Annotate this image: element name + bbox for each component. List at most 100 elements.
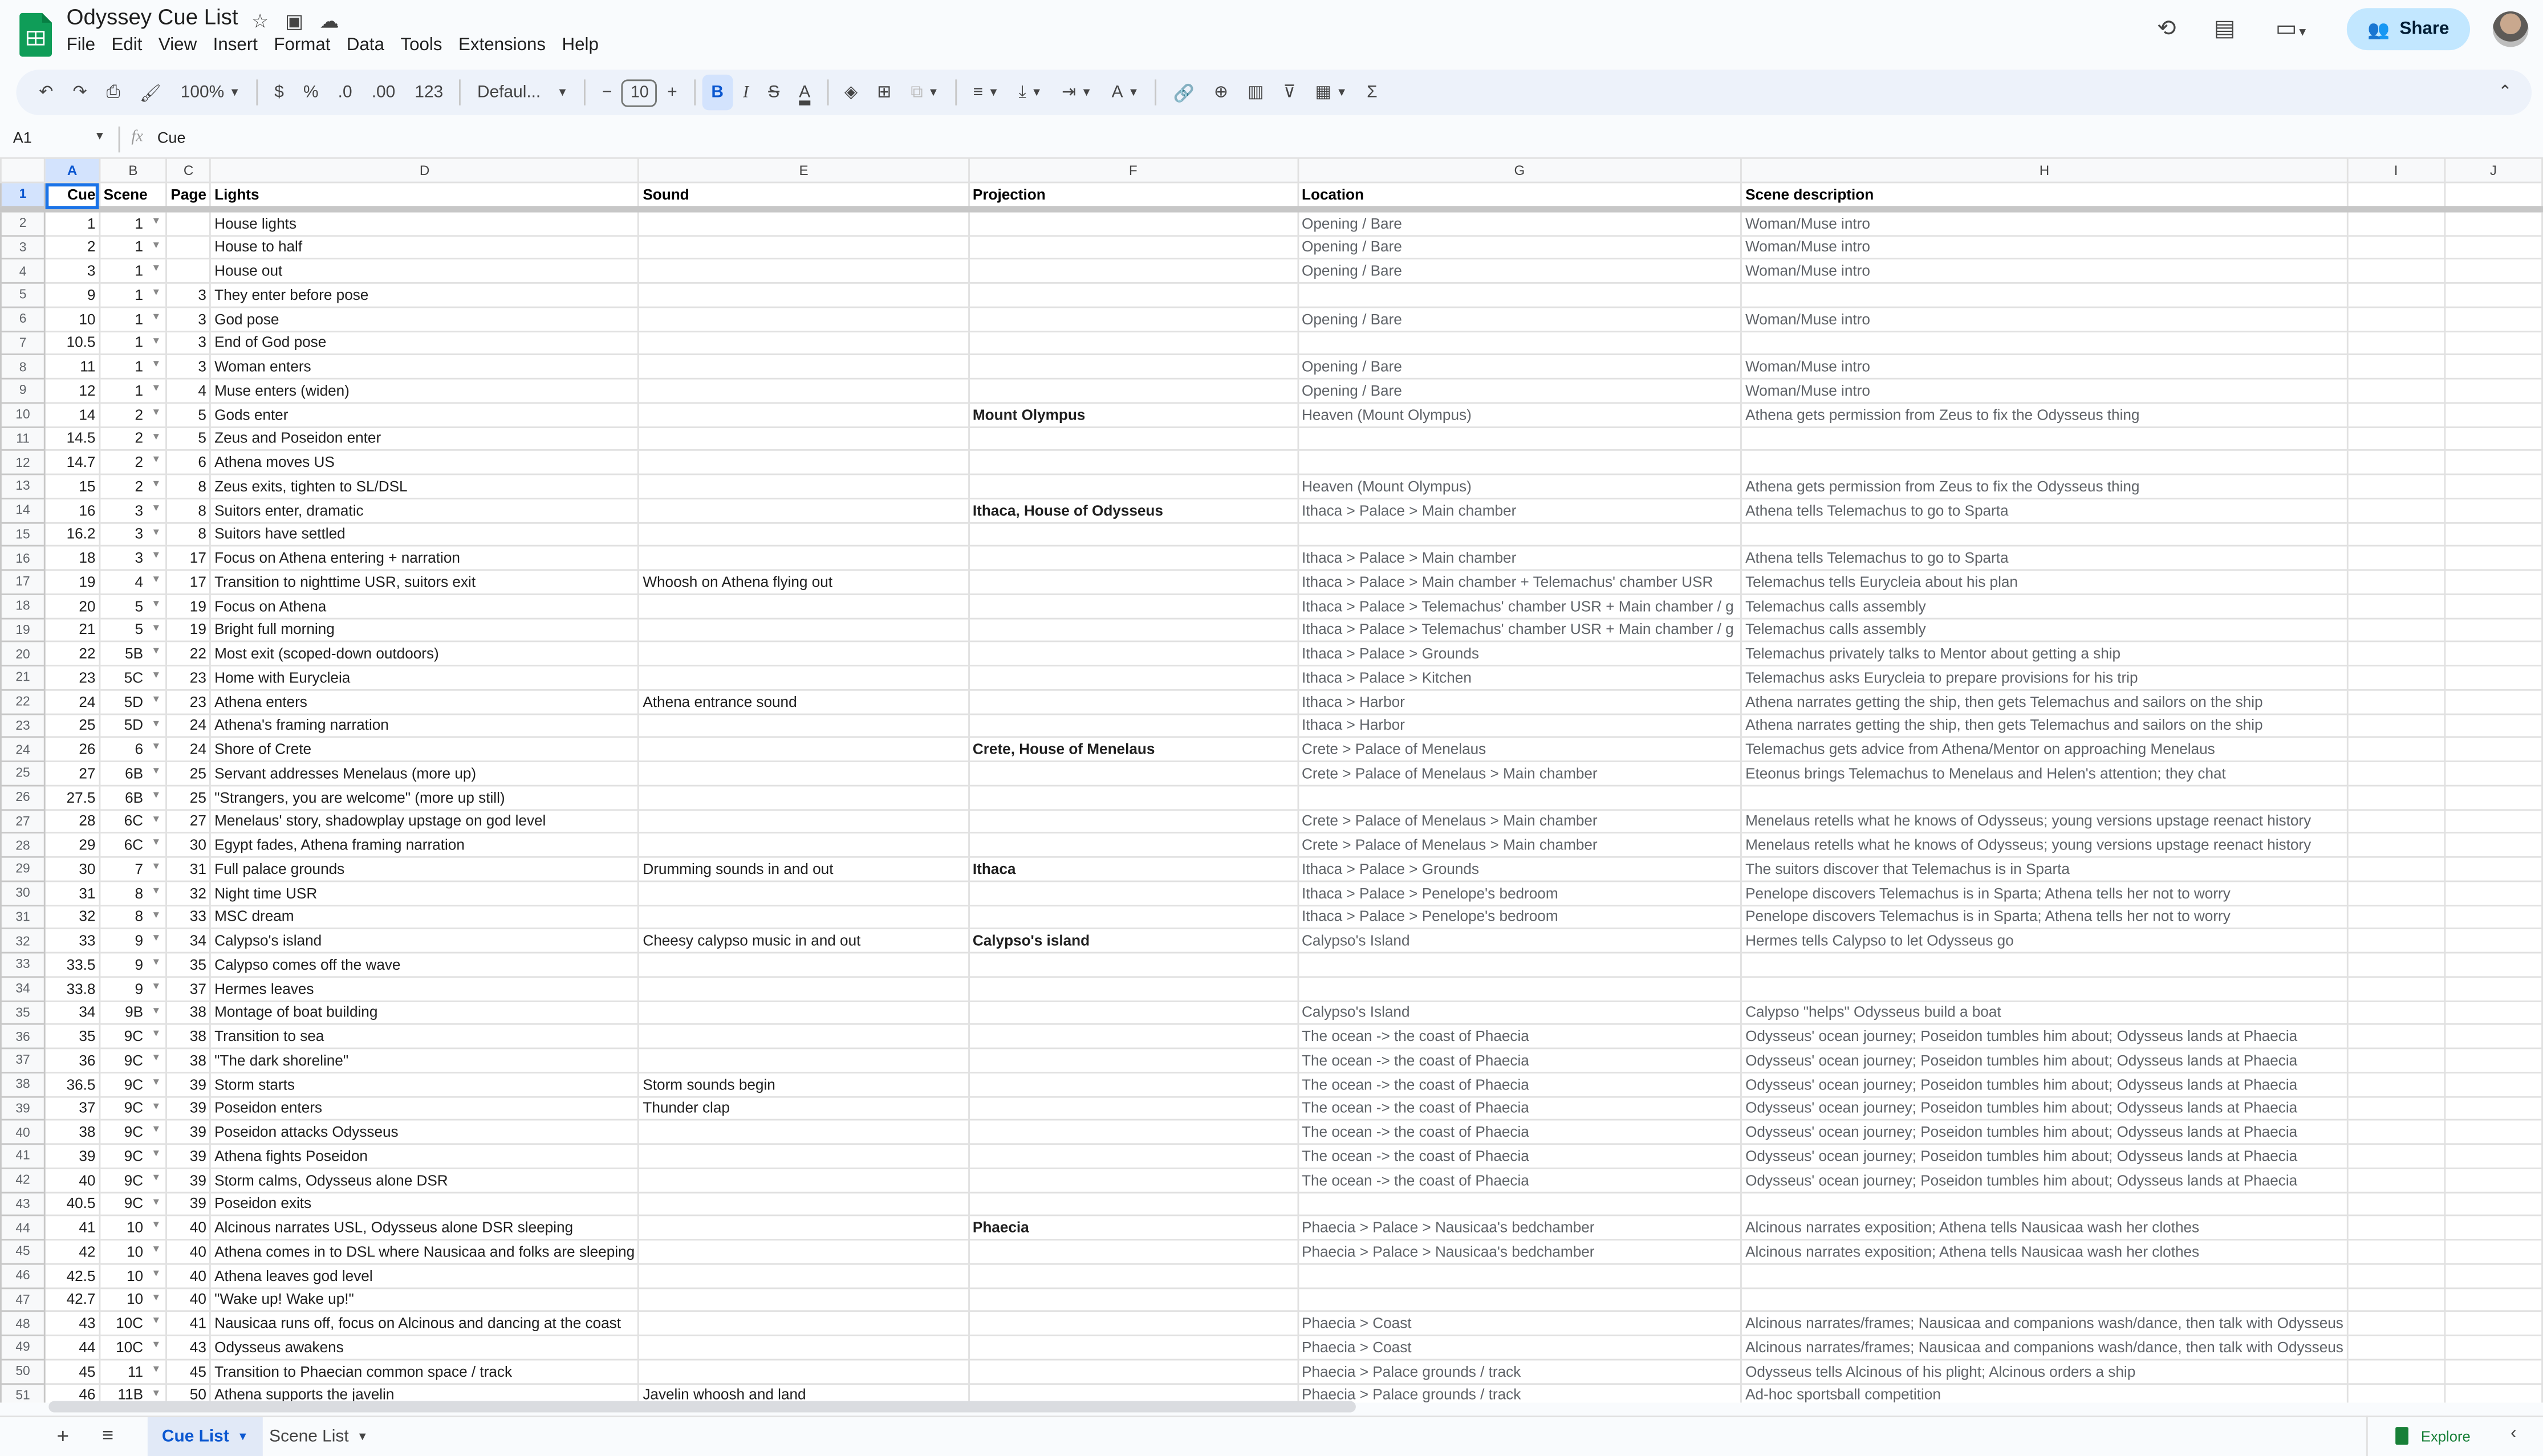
- row-header[interactable]: 48: [0, 1311, 46, 1336]
- cell-empty[interactable]: [2443, 1263, 2543, 1288]
- menu-insert[interactable]: Insert: [213, 36, 258, 55]
- row-header[interactable]: 2: [0, 208, 46, 236]
- column-header-d[interactable]: D: [209, 157, 640, 184]
- cell-scene-dropdown[interactable]: 9C: [99, 1143, 168, 1169]
- menu-file[interactable]: File: [67, 36, 95, 55]
- row-header[interactable]: 25: [0, 760, 46, 786]
- column-header-e[interactable]: E: [637, 157, 970, 184]
- cloud-saved-icon[interactable]: ☁: [320, 10, 339, 32]
- cell-page[interactable]: 39: [165, 1167, 212, 1193]
- cell-empty[interactable]: [2443, 1023, 2543, 1050]
- cell-empty[interactable]: [2346, 975, 2445, 1002]
- cell-location[interactable]: Opening / Bare: [1297, 234, 1742, 260]
- cell-empty[interactable]: [2346, 377, 2445, 404]
- cell-page[interactable]: 39: [165, 1143, 212, 1169]
- cell-description[interactable]: Woman/Muse intro: [1740, 258, 2349, 284]
- cell-sound[interactable]: [637, 449, 970, 475]
- cell-lights[interactable]: Storm starts: [209, 1071, 640, 1097]
- cell-description[interactable]: Odysseus' ocean journey; Poseidon tumble…: [1740, 1143, 2349, 1169]
- menu-edit[interactable]: Edit: [112, 36, 143, 55]
- cell-scene-dropdown[interactable]: 5C: [99, 665, 168, 690]
- cell-description[interactable]: [1740, 449, 2349, 475]
- cell-projection[interactable]: [968, 306, 1299, 332]
- cell-empty[interactable]: [2443, 593, 2543, 619]
- cell-scene-dropdown[interactable]: 9C: [99, 1047, 168, 1073]
- cell-description[interactable]: [1740, 425, 2349, 452]
- chevron-down-icon[interactable]: ▼: [94, 131, 105, 143]
- cell-page[interactable]: 23: [165, 665, 212, 690]
- cell-sound[interactable]: Cheesy calypso music in and out: [637, 928, 970, 954]
- cell-g1[interactable]: Location: [1297, 181, 1742, 210]
- cell-lights[interactable]: Gods enter: [209, 401, 640, 428]
- cell-projection[interactable]: [968, 880, 1299, 906]
- cell-empty[interactable]: [2443, 473, 2543, 499]
- row-header[interactable]: 38: [0, 1071, 46, 1097]
- cell-page[interactable]: 38: [165, 999, 212, 1026]
- cell-empty[interactable]: [2346, 1023, 2445, 1050]
- cell-location[interactable]: Ithaca > Palace > Main chamber: [1297, 497, 1742, 523]
- row-header[interactable]: 35: [0, 999, 46, 1026]
- cell-scene-dropdown[interactable]: 10C: [99, 1334, 168, 1360]
- cell-location[interactable]: Crete > Palace of Menelaus > Main chambe…: [1297, 832, 1742, 858]
- cell-projection[interactable]: [968, 330, 1299, 356]
- cell-sound[interactable]: [637, 880, 970, 906]
- cell-scene-dropdown[interactable]: 1: [99, 353, 168, 380]
- row-header[interactable]: 26: [0, 784, 46, 810]
- cell-cue[interactable]: 32: [44, 904, 100, 930]
- explore-button[interactable]: Explore: [2366, 1416, 2497, 1456]
- cell-description[interactable]: [1740, 1263, 2349, 1288]
- cell-location[interactable]: Crete > Palace of Menelaus: [1297, 737, 1742, 762]
- cell-cue[interactable]: 36: [44, 1047, 100, 1073]
- row-header[interactable]: 51: [0, 1382, 46, 1403]
- cell-lights[interactable]: Athena comes in to DSL where Nausicaa an…: [209, 1239, 640, 1264]
- cell-cue[interactable]: 16.2: [44, 521, 100, 547]
- cell-projection[interactable]: Phaecia: [968, 1215, 1299, 1241]
- cell-projection[interactable]: [968, 760, 1299, 786]
- cell-projection[interactable]: [968, 1239, 1299, 1264]
- cell-scene-dropdown[interactable]: 1: [99, 282, 168, 308]
- horizontal-scrollbar[interactable]: [48, 1401, 1356, 1413]
- cell-description[interactable]: Telemachus tells Eurycleia about his pla…: [1740, 569, 2349, 595]
- row-header[interactable]: 10: [0, 401, 46, 428]
- cell-projection[interactable]: [968, 784, 1299, 810]
- cell-page[interactable]: 6: [165, 449, 212, 475]
- cell-empty[interactable]: [2346, 306, 2445, 332]
- cell-projection[interactable]: [968, 473, 1299, 499]
- cell-page[interactable]: 8: [165, 521, 212, 547]
- all-sheets-icon[interactable]: ≡: [102, 1424, 113, 1446]
- font-select[interactable]: Defaul... ▼: [468, 75, 578, 111]
- cell-scene-dropdown[interactable]: 11: [99, 1358, 168, 1384]
- cell-description[interactable]: Alcinous narrates exposition; Athena tel…: [1740, 1215, 2349, 1241]
- cell-description[interactable]: Woman/Muse intro: [1740, 234, 2349, 260]
- row-header[interactable]: 5: [0, 282, 46, 308]
- cell-empty[interactable]: [2346, 545, 2445, 571]
- cell-description[interactable]: Odysseus' ocean journey; Poseidon tumble…: [1740, 1095, 2349, 1121]
- cell-location[interactable]: Ithaca > Harbor: [1297, 689, 1742, 714]
- cell-projection[interactable]: Ithaca, House of Odysseus: [968, 497, 1299, 523]
- cell-empty[interactable]: [2346, 1191, 2445, 1217]
- cell-location[interactable]: [1297, 425, 1742, 452]
- paint-format-icon[interactable]: 🖌: [130, 75, 171, 111]
- cell-empty[interactable]: [2346, 449, 2445, 475]
- cell-page[interactable]: 34: [165, 928, 212, 954]
- cell-cue[interactable]: 21: [44, 617, 100, 643]
- row-header[interactable]: 36: [0, 1023, 46, 1050]
- meet-icon[interactable]: ▭▼: [2276, 15, 2308, 42]
- cell-scene-dropdown[interactable]: 10: [99, 1287, 168, 1312]
- cell-cue[interactable]: 1: [44, 208, 100, 236]
- cell-page[interactable]: 4: [165, 377, 212, 404]
- cell-empty[interactable]: [2443, 928, 2543, 954]
- cell-cue[interactable]: 44: [44, 1334, 100, 1360]
- cell-location[interactable]: Phaecia > Coast: [1297, 1311, 1742, 1336]
- cell-cue[interactable]: 3: [44, 258, 100, 284]
- cell-projection[interactable]: [968, 808, 1299, 834]
- cell-cue[interactable]: 35: [44, 1023, 100, 1050]
- cell-location[interactable]: Ithaca > Palace > Penelope's bedroom: [1297, 880, 1742, 906]
- bold-icon[interactable]: B: [701, 74, 734, 111]
- increase-decimal-button[interactable]: .00: [362, 75, 405, 111]
- cell-scene-dropdown[interactable]: 6B: [99, 784, 168, 810]
- column-header-a[interactable]: A: [44, 157, 100, 184]
- cell-projection[interactable]: [968, 545, 1299, 571]
- cell-projection[interactable]: [968, 1095, 1299, 1121]
- cell-location[interactable]: Crete > Palace of Menelaus > Main chambe…: [1297, 760, 1742, 786]
